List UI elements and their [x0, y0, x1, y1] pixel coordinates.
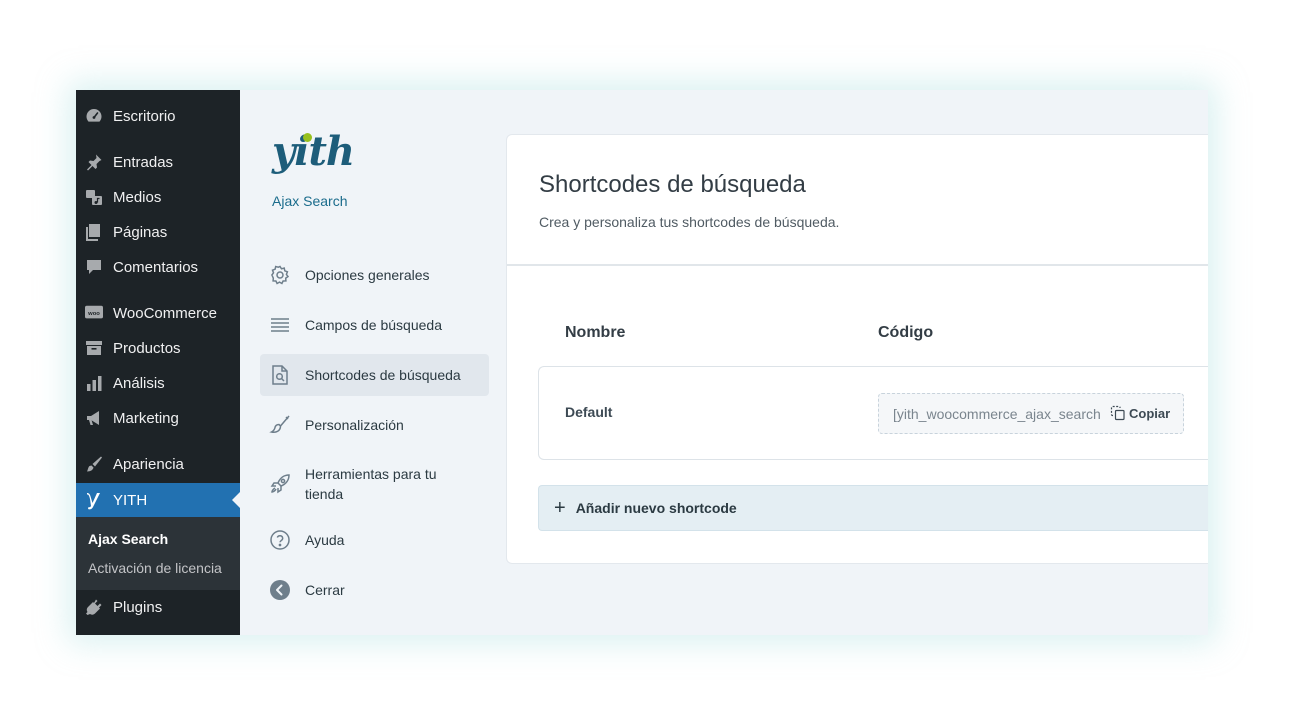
nav-label: Ayuda	[305, 532, 345, 548]
dashboard-icon	[85, 107, 103, 125]
menu-label: Entradas	[113, 153, 174, 171]
list-icon	[269, 314, 291, 336]
menu-item-productos[interactable]: Productos	[76, 331, 240, 365]
table-row: Default [yith_woocommerce_ajax_search Co…	[538, 366, 1208, 460]
menu-label: Escritorio	[113, 107, 176, 125]
divider	[507, 264, 1208, 266]
pages-icon	[85, 223, 103, 241]
column-header-codigo: Código	[878, 324, 934, 341]
pin-icon	[85, 153, 103, 171]
menu-item-escritorio[interactable]: Escritorio	[76, 99, 240, 133]
yith-logo: yith	[272, 128, 355, 175]
nav-campos-de-busqueda[interactable]: Campos de búsqueda	[260, 304, 489, 346]
nav-herramientas-para-tu-tienda[interactable]: Herramientas para tu tienda	[260, 460, 489, 508]
yith-icon	[85, 491, 103, 510]
rocket-icon	[269, 473, 291, 495]
media-icon	[85, 188, 103, 206]
menu-item-paginas[interactable]: Páginas	[76, 215, 240, 249]
menu-item-yith[interactable]: YITH	[76, 483, 240, 517]
yith-submenu: Ajax Search Activación de licencia	[76, 517, 240, 590]
brush-icon	[85, 455, 103, 473]
search-file-icon	[269, 364, 291, 386]
shortcode-name[interactable]: Default	[565, 404, 612, 420]
menu-label: Comentarios	[113, 258, 199, 276]
copy-icon	[1110, 405, 1126, 421]
add-shortcode-button[interactable]: + Añadir nuevo shortcode	[538, 485, 1208, 531]
megaphone-icon	[85, 409, 103, 427]
nav-personalizacion[interactable]: Personalización	[260, 404, 489, 446]
menu-item-plugins[interactable]: Plugins	[76, 590, 240, 624]
menu-item-marketing[interactable]: Marketing	[76, 401, 240, 435]
menu-item-entradas[interactable]: Entradas	[76, 145, 240, 179]
menu-label: Plugins	[113, 598, 163, 616]
menu-item-analisis[interactable]: Análisis	[76, 366, 240, 400]
page-title: Shortcodes de búsqueda	[539, 171, 806, 198]
paint-brush-icon	[269, 414, 291, 436]
menu-label: Productos	[113, 339, 181, 357]
shortcode-code-field[interactable]: [yith_woocommerce_ajax_search Copiar	[878, 393, 1184, 434]
plugin-navigation: yith Ajax Search Opciones generales Camp…	[240, 90, 505, 635]
page-description: Crea y personaliza tus shortcodes de bús…	[539, 214, 840, 230]
nav-label: Campos de búsqueda	[305, 317, 442, 333]
archive-icon	[85, 339, 103, 357]
shortcodes-card: Shortcodes de búsqueda Crea y personaliz…	[506, 134, 1208, 564]
menu-label: Marketing	[113, 409, 179, 427]
nav-label: Opciones generales	[305, 267, 430, 283]
submenu-item-ajax-search[interactable]: Ajax Search	[88, 531, 168, 547]
nav-shortcodes-de-busqueda[interactable]: Shortcodes de búsqueda	[260, 354, 489, 396]
nav-label: Cerrar	[305, 582, 345, 598]
menu-item-apariencia[interactable]: Apariencia	[76, 447, 240, 481]
add-shortcode-label: Añadir nuevo shortcode	[575, 500, 737, 516]
menu-label: Páginas	[113, 223, 168, 241]
nav-label: Herramientas para tu tienda	[305, 466, 437, 502]
plugin-name: Ajax Search	[272, 193, 348, 209]
copy-button[interactable]: Copiar	[1110, 405, 1170, 421]
menu-item-woocommerce[interactable]: woo WooCommerce	[76, 296, 240, 330]
woo-icon: woo	[85, 304, 103, 322]
column-header-nombre: Nombre	[565, 324, 626, 341]
menu-label: Análisis	[113, 374, 165, 392]
svg-text:woo: woo	[87, 311, 100, 317]
nav-label: Shortcodes de búsqueda	[305, 367, 461, 383]
submenu-item-activacion-licencia[interactable]: Activación de licencia	[88, 560, 222, 576]
arrow-left-circle-icon	[269, 579, 291, 601]
nav-ayuda[interactable]: Ayuda	[260, 519, 489, 561]
shortcode-code[interactable]: [yith_woocommerce_ajax_search	[893, 406, 1103, 422]
wp-admin-sidebar: Escritorio Entradas Medios Páginas Comen	[76, 90, 240, 635]
plug-icon	[85, 598, 103, 616]
menu-label: WooCommerce	[113, 304, 217, 322]
comment-icon	[85, 258, 103, 276]
app-frame: Escritorio Entradas Medios Páginas Comen	[76, 90, 1208, 635]
nav-cerrar[interactable]: Cerrar	[260, 569, 489, 611]
menu-label: Apariencia	[113, 455, 184, 473]
menu-label: Medios	[113, 188, 162, 206]
menu-item-medios[interactable]: Medios	[76, 180, 240, 214]
yith-logo-dot	[303, 133, 312, 142]
nav-label: Personalización	[305, 417, 404, 433]
nav-opciones-generales[interactable]: Opciones generales	[260, 254, 489, 296]
copy-label: Copiar	[1129, 405, 1171, 421]
bar-chart-icon	[85, 374, 103, 392]
help-icon	[269, 529, 291, 551]
menu-label: YITH	[113, 491, 148, 509]
plus-icon: +	[554, 496, 566, 519]
gear-icon	[269, 264, 291, 286]
menu-item-comentarios[interactable]: Comentarios	[76, 250, 240, 284]
